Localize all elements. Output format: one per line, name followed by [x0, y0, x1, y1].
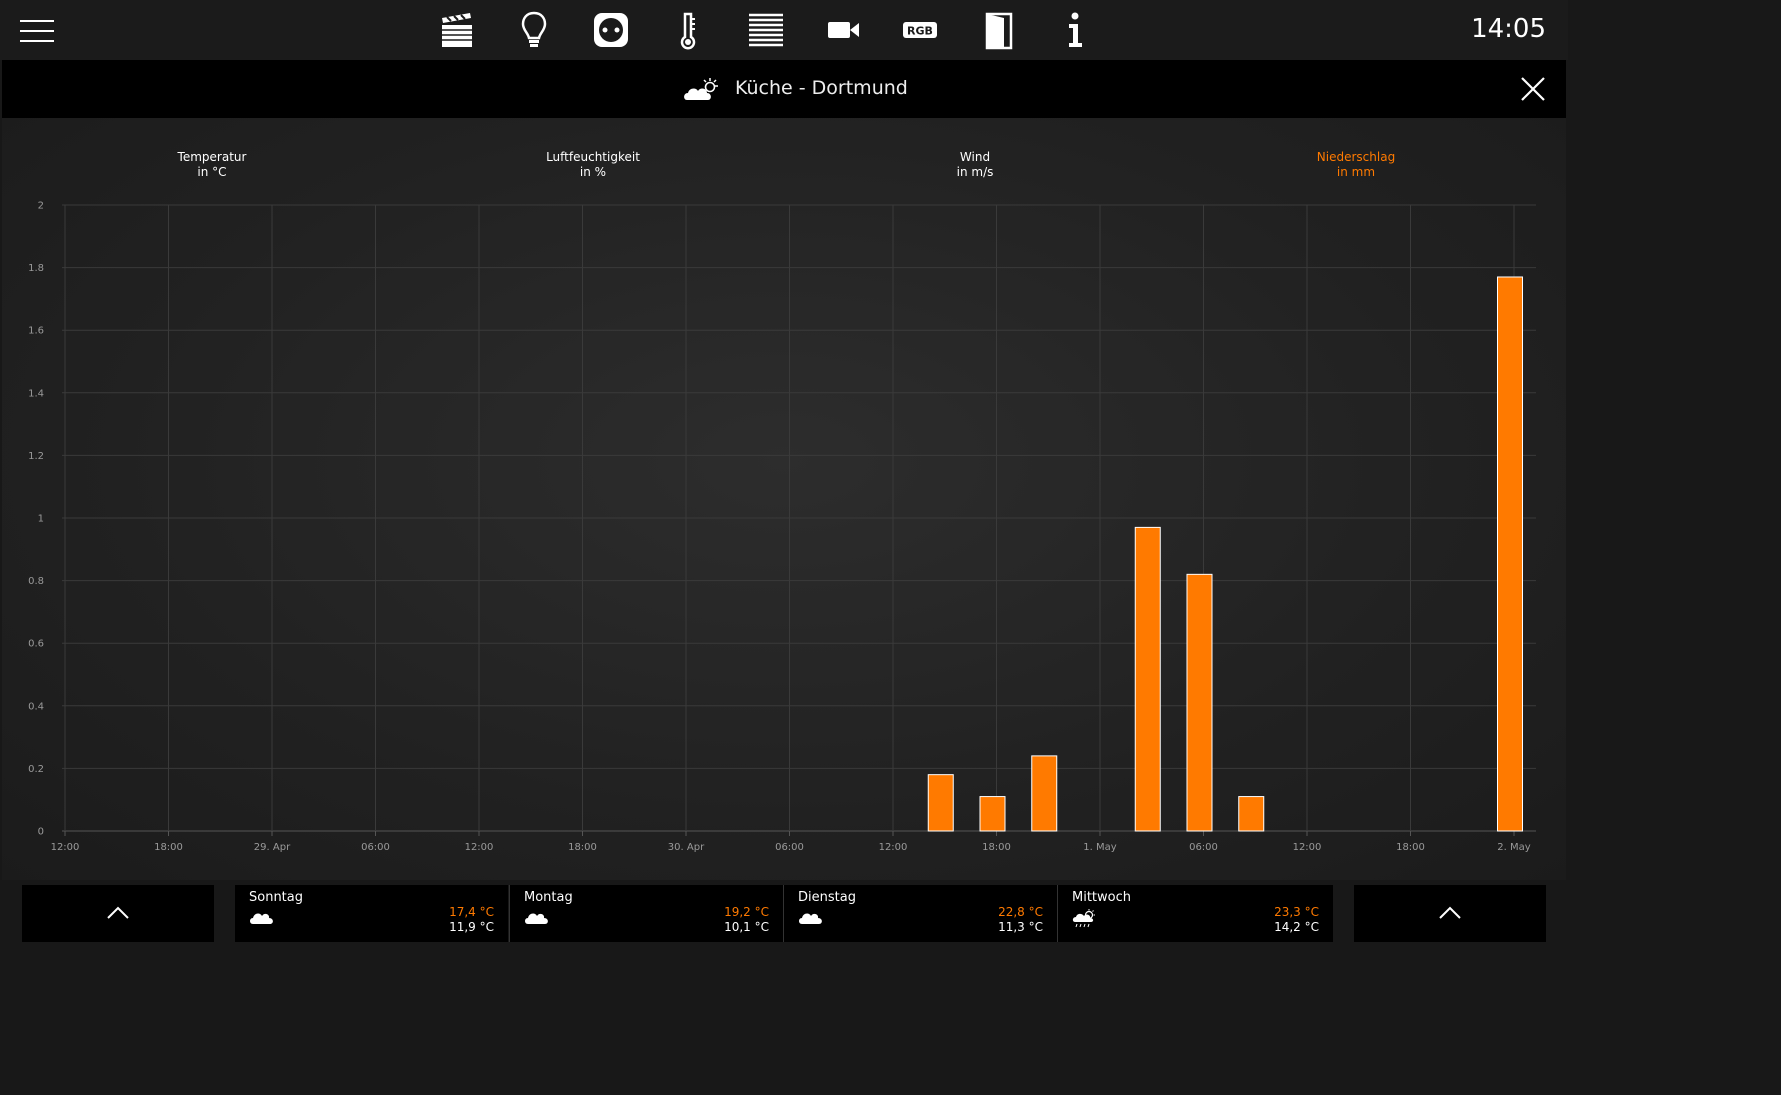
cloudy-icon — [525, 913, 548, 924]
precipitation-chart: 0 0.2 0.4 0.6 0.8 1 1.2 1.4 1.6 1.8 2 12:00 18:00 29… — [28, 201, 1536, 853]
y-tick-label: 0.2 — [28, 764, 44, 775]
chevron-up-icon — [1439, 906, 1461, 919]
x-tick-label: 12:00 — [879, 842, 908, 853]
y-tick-label: 1.8 — [28, 263, 44, 274]
x-tick-label: 18:00 — [982, 842, 1011, 853]
x-tick-label: 30. Apr — [668, 842, 705, 853]
y-tick-label: 1.6 — [28, 326, 44, 337]
x-tick-label: 06:00 — [775, 842, 804, 853]
x-tick-label: 1. May — [1083, 842, 1116, 853]
precipitation-bar[interactable] — [1497, 276, 1523, 832]
y-tick-label: 1 — [38, 514, 44, 525]
x-tick-label: 29. Apr — [254, 842, 291, 853]
chevron-up-icon — [107, 906, 129, 919]
x-tick-label: 06:00 — [361, 842, 390, 853]
precipitation-bar[interactable] — [979, 796, 1006, 832]
precipitation-bar[interactable] — [1186, 573, 1213, 832]
x-tick-label: 06:00 — [1189, 842, 1218, 853]
scroll-up-button-left[interactable] — [22, 885, 214, 942]
precipitation-bar[interactable] — [927, 774, 954, 832]
y-tick-label: 1.2 — [28, 451, 44, 462]
cloudy-icon — [799, 913, 822, 924]
cloudy-icon — [250, 913, 273, 924]
x-tick-label: 2. May — [1497, 842, 1530, 853]
y-tick-label: 0.6 — [28, 639, 44, 650]
precipitation-bar[interactable] — [1134, 526, 1161, 832]
forecast-day[interactable]: Sonntag 17,4 °C 11,9 °C — [235, 885, 508, 942]
x-tick-label: 12:00 — [465, 842, 494, 853]
y-tick-label: 0.4 — [28, 701, 44, 712]
precipitation-bar[interactable] — [1031, 755, 1058, 832]
rain-icon — [1072, 909, 1095, 928]
y-tick-label: 0.8 — [28, 576, 44, 587]
scroll-up-button-right[interactable] — [1354, 885, 1546, 942]
forecast-day[interactable]: Montag 19,2 °C 10,1 °C — [510, 885, 783, 942]
precipitation-bar[interactable] — [1238, 796, 1265, 832]
x-tick-label: 12:00 — [51, 842, 80, 853]
y-tick-label: 1.4 — [28, 388, 44, 399]
x-tick-label: 18:00 — [154, 842, 183, 853]
x-tick-label: 18:00 — [1396, 842, 1425, 853]
x-tick-label: 12:00 — [1293, 842, 1322, 853]
forecast-day[interactable]: Mittwoch 23,3 °C 14,2 °C — [1058, 885, 1333, 942]
y-tick-label: 0 — [38, 827, 44, 838]
forecast-day[interactable]: Dienstag 22,8 °C 11,3 °C — [784, 885, 1057, 942]
y-tick-label: 2 — [38, 201, 44, 212]
x-tick-label: 18:00 — [568, 842, 597, 853]
